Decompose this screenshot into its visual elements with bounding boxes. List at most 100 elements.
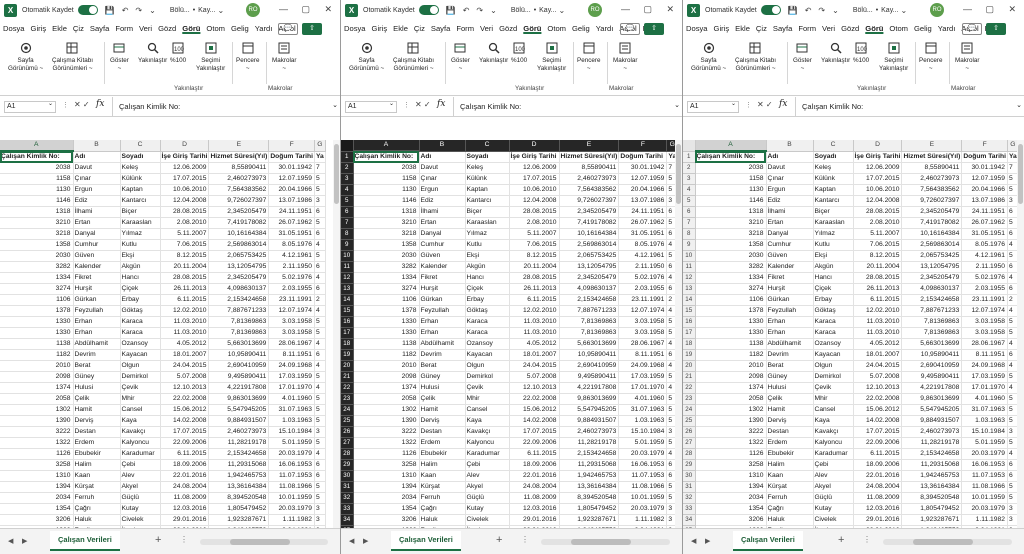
minimize-icon[interactable]: — [963, 4, 972, 14]
table-cell[interactable]: 4 [314, 338, 326, 350]
table-cell[interactable]: 2.03.1955 [961, 283, 1008, 295]
table-cell[interactable]: Kürşat [419, 481, 466, 493]
table-cell[interactable]: 11.08.2009 [509, 492, 560, 504]
table-cell[interactable]: Kutay [465, 503, 510, 515]
row-header[interactable]: 28 [683, 448, 696, 460]
row-header[interactable]: 3 [341, 173, 354, 185]
table-cell[interactable]: 10.06.2010 [509, 184, 560, 196]
table-cell[interactable]: Ebubekir [73, 448, 121, 460]
table-cell[interactable]: 28.06.1967 [268, 338, 315, 350]
table-cell[interactable]: 9,495890411 [559, 371, 620, 383]
table-cell[interactable]: Keleş [465, 162, 510, 174]
table-cell[interactable]: Fikret [73, 272, 121, 284]
table-cell[interactable]: 1138 [695, 338, 767, 350]
tab-giriş[interactable]: Giriş [369, 20, 391, 38]
table-cell[interactable]: 3210 [695, 217, 767, 229]
table-cell[interactable]: 12.02.2010 [160, 305, 210, 317]
table-cell[interactable]: 13,36164384 [208, 481, 270, 493]
table-cell[interactable]: Ebubekir [419, 448, 466, 460]
table-cell[interactable]: 26.11.2013 [853, 283, 903, 295]
table-cell[interactable]: 1390 [0, 415, 74, 427]
table-cell[interactable]: 11.08.1966 [961, 481, 1008, 493]
row-header[interactable]: 23 [341, 393, 354, 405]
table-cell[interactable]: Devrim [73, 349, 121, 361]
table-cell[interactable]: 4.05.2012 [509, 338, 560, 350]
comments-button[interactable]: 💬 [278, 23, 298, 35]
table-cell[interactable]: 2098 [695, 371, 767, 383]
table-cell[interactable]: 6.11.2015 [509, 294, 560, 306]
row-header[interactable]: 32 [341, 492, 354, 504]
table-cell[interactable]: 4.12.1961 [961, 250, 1008, 262]
save-icon[interactable]: 💾 [105, 6, 115, 15]
table-cell[interactable]: 1334 [0, 272, 74, 284]
table-cell[interactable]: 4 [314, 448, 326, 460]
table-cell[interactable]: 30.01.1942 [618, 162, 668, 174]
table-cell[interactable]: 5,663013699 [208, 338, 270, 350]
table-cell[interactable]: Yılmaz [120, 228, 161, 240]
table-cell[interactable]: 22.01.2016 [509, 470, 560, 482]
table-cell[interactable]: Hancı [465, 272, 510, 284]
table-cell[interactable]: Civelek [120, 514, 161, 526]
table-cell[interactable]: 20.03.1979 [268, 503, 315, 515]
table-cell[interactable]: 1.11.1982 [961, 514, 1008, 526]
table-cell[interactable]: 4,221917808 [208, 382, 270, 394]
table-cell[interactable]: Feyzullah [419, 305, 466, 317]
table-cell[interactable]: 2.11.1950 [961, 261, 1008, 273]
table-cell[interactable]: Haluk [419, 514, 466, 526]
table-cell[interactable]: 28.06.1967 [618, 338, 668, 350]
tab-dosya[interactable]: Dosya [341, 20, 369, 38]
table-cell[interactable]: 8.12.2015 [509, 250, 560, 262]
expand-formula-icon[interactable]: ⌄ [674, 101, 680, 109]
table-cell[interactable]: 13,12054795 [559, 261, 620, 273]
user-avatar[interactable]: RO [930, 3, 944, 17]
table-cell[interactable]: Cansel [465, 404, 510, 416]
table-cell[interactable]: 1318 [695, 206, 767, 218]
tab-görü[interactable]: Görü [862, 20, 886, 38]
cancel-confirm-icons[interactable]: ✕ ✓ [415, 100, 431, 109]
table-cell[interactable]: 3.03.1958 [961, 316, 1008, 328]
table-cell[interactable]: 3218 [695, 228, 767, 240]
table-cell[interactable]: Kavakçı [813, 426, 854, 438]
select-all-corner[interactable] [341, 140, 354, 152]
table-cell[interactable]: 3 [314, 426, 326, 438]
table-cell[interactable]: Çağrı [766, 503, 814, 515]
row-header[interactable]: 14 [683, 294, 696, 306]
table-cell[interactable]: Kutlu [465, 239, 510, 251]
row-header[interactable]: 34 [341, 514, 354, 526]
table-cell[interactable]: Karaaslan [120, 217, 161, 229]
table-cell[interactable]: 5 [314, 437, 326, 449]
table-cell[interactable]: 31.05.1951 [961, 228, 1008, 240]
table-cell[interactable]: Destan [73, 426, 121, 438]
table-cell[interactable]: 12.04.2008 [853, 195, 903, 207]
tab-gelig[interactable]: Gelig [228, 20, 252, 38]
table-cell[interactable]: 26.07.1962 [268, 217, 315, 229]
redo-icon[interactable]: ↷ [818, 6, 825, 15]
column-header-b[interactable]: B [419, 140, 466, 152]
tab-yardı[interactable]: Yardı [252, 20, 276, 38]
table-cell[interactable]: 22.09.2006 [853, 437, 903, 449]
title-chevron-icon[interactable]: ⌄ [559, 6, 566, 15]
table-cell[interactable]: 4,098630137 [559, 283, 620, 295]
table-cell[interactable]: 5 [314, 217, 326, 229]
row-header[interactable]: 25 [341, 415, 354, 427]
table-cell[interactable]: Güney [766, 371, 814, 383]
table-cell[interactable]: Cumhur [766, 239, 814, 251]
column-header-f[interactable]: F [961, 140, 1008, 152]
table-cell[interactable]: Ergun [73, 184, 121, 196]
table-cell[interactable]: 4 [314, 360, 326, 372]
sheet-tab-calisan-verileri[interactable]: Çalışan Verileri [733, 531, 803, 551]
table-cell[interactable]: Abdülhamit [419, 338, 466, 350]
table-cell[interactable]: 17.07.2015 [509, 426, 560, 438]
table-cell[interactable]: 30.01.1942 [268, 162, 315, 174]
table-cell[interactable]: 5 [314, 327, 326, 339]
table-cell[interactable]: Danyal [73, 228, 121, 240]
table-cell[interactable]: 9,726027397 [559, 195, 620, 207]
table-cell[interactable]: Karadumar [120, 448, 161, 460]
table-cell[interactable]: 3218 [353, 228, 420, 240]
header-cell[interactable]: Doğum Tarihi [268, 151, 315, 163]
table-cell[interactable]: 17.07.2015 [160, 173, 210, 185]
table-cell[interactable]: 2,569863014 [901, 239, 963, 251]
table-cell[interactable]: 6.11.2015 [853, 448, 903, 460]
tab-giriş[interactable]: Giriş [711, 20, 733, 38]
table-cell[interactable]: 17.03.1959 [618, 371, 668, 383]
